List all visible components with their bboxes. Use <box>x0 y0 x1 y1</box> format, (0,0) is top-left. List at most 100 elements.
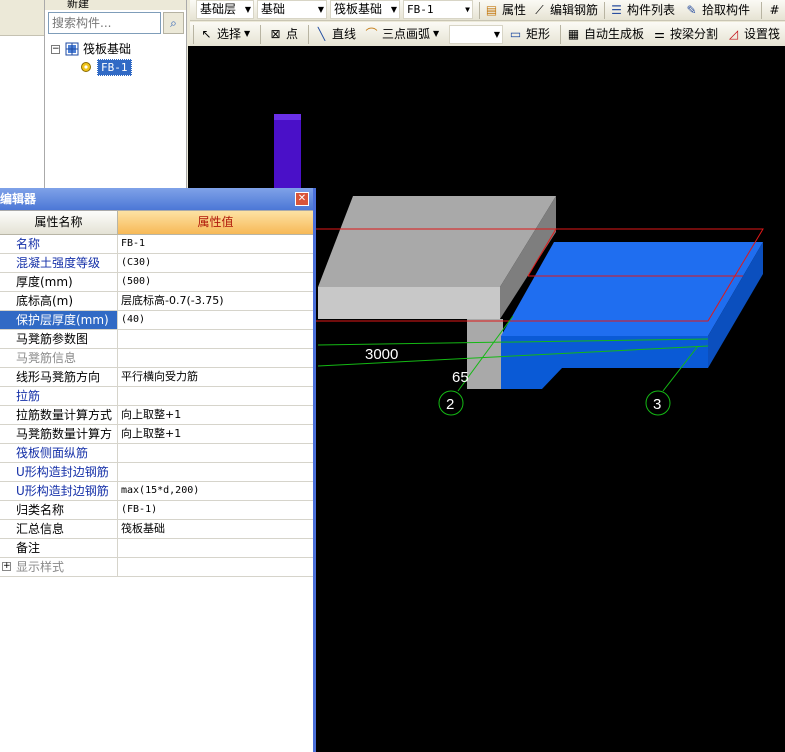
split-by-beam-button[interactable]: ⚌ 按梁分割 <box>652 24 718 44</box>
tree-node-fb-1[interactable]: FB-1 <box>51 58 186 76</box>
type-select-value: 基础 <box>261 2 286 16</box>
grid-tool-button[interactable]: # <box>767 0 782 20</box>
property-value[interactable]: 层底标高-0.7(-3.75) <box>118 292 313 310</box>
property-grid: 属性名称 属性值 名称 FB-1 混凝土强度等级 (C30) 厚度(mm) (5… <box>0 210 313 577</box>
toolbar-separator <box>560 25 561 44</box>
property-row-chair-diagram[interactable]: 马凳筋参数图 <box>0 330 313 349</box>
auto-generate-slab-button[interactable]: ▦ 自动生成板 <box>566 24 644 44</box>
property-value[interactable]: max(15*d,200) <box>118 482 313 500</box>
toolbar-separator <box>479 2 480 19</box>
chevron-down-icon: ▼ <box>493 30 500 39</box>
editor-title-bar[interactable]: 编辑器 ✕ <box>0 188 313 210</box>
property-value[interactable]: 平行横向受力筋 <box>118 368 313 386</box>
collapse-icon[interactable]: − <box>51 44 60 54</box>
property-value[interactable]: 向上取整+1 <box>118 425 313 443</box>
property-row-u-edge-rebar-length[interactable]: U形构造封边钢筋 max(15*d,200) <box>0 482 313 501</box>
property-value[interactable] <box>118 463 313 481</box>
line-icon: ╲ <box>317 26 326 41</box>
layer-select-value: 基础层 <box>200 2 237 16</box>
chevron-down-icon: ▼ <box>244 29 251 38</box>
chevron-down-icon: ▼ <box>433 29 440 38</box>
rectangle-button[interactable]: ▭ 矩形 <box>508 24 550 44</box>
auto-gen-label: 自动生成板 <box>584 27 645 41</box>
property-value[interactable] <box>118 558 313 576</box>
tree-node-raft-foundation[interactable]: − 筏板基础 <box>51 40 186 58</box>
property-row-chair-direction[interactable]: 线形马凳筋方向 平行横向受力筋 <box>0 368 313 387</box>
property-row-concrete-grade[interactable]: 混凝土强度等级 (C30) <box>0 254 313 273</box>
rect-button-label: 矩形 <box>526 27 551 41</box>
property-value[interactable]: (500) <box>118 273 313 291</box>
component-list-button[interactable]: ☰ 构件列表 <box>609 0 675 20</box>
property-row-display-style[interactable]: + 显示样式 <box>0 558 313 577</box>
property-group-display-style[interactable]: + 显示样式 <box>0 558 118 576</box>
axis-label-2: 2 <box>446 396 454 413</box>
property-row-tie-count-method[interactable]: 拉筋数量计算方式 向上取整+1 <box>0 406 313 425</box>
property-row-chair-count-method[interactable]: 马凳筋数量计算方 向上取整+1 <box>0 425 313 444</box>
toolbar-separator <box>193 25 194 44</box>
tree-child-label: FB-1 <box>97 58 132 76</box>
property-row-summary-info[interactable]: 汇总信息 筏板基础 <box>0 520 313 539</box>
toolbar-separator <box>260 25 261 44</box>
component-list-label: 构件列表 <box>627 3 676 17</box>
edit-rebar-label: 编辑钢筋 <box>550 3 599 17</box>
split-beam-label: 按梁分割 <box>670 27 719 41</box>
property-value[interactable]: 筏板基础 <box>118 520 313 538</box>
property-name: 拉筋数量计算方式 <box>0 406 118 424</box>
property-value[interactable]: 向上取整+1 <box>118 406 313 424</box>
property-value[interactable]: FB-1 <box>118 235 313 253</box>
property-row-tie-bar[interactable]: 拉筋 <box>0 387 313 406</box>
property-value[interactable]: (C30) <box>118 254 313 272</box>
property-name: 保护层厚度(mm) <box>0 311 118 329</box>
search-input[interactable]: 搜索构件... <box>48 12 161 34</box>
property-name: 马凳筋数量计算方 <box>0 425 118 443</box>
property-row-u-edge-rebar[interactable]: U形构造封边钢筋 <box>0 463 313 482</box>
line-button[interactable]: ╲ 直线 <box>314 24 356 44</box>
property-value[interactable] <box>118 387 313 405</box>
grid-icon: # <box>769 2 780 17</box>
property-row-category-name[interactable]: 归类名称 (FB-1) <box>0 501 313 520</box>
point-button[interactable]: ⊠ 点 <box>268 24 298 44</box>
expand-icon[interactable]: + <box>2 562 11 571</box>
new-component-button[interactable]: 新建 <box>45 0 186 10</box>
layer-select[interactable]: 基础层 ▼ <box>196 0 254 19</box>
property-value[interactable] <box>118 330 313 348</box>
set-slope-button[interactable]: ◿ 设置筏 <box>726 24 780 44</box>
property-name: 备注 <box>0 539 118 557</box>
property-value[interactable] <box>118 444 313 462</box>
pick-component-button[interactable]: ✎ 拾取构件 <box>684 0 750 20</box>
column-header-value: 属性值 <box>118 211 313 235</box>
property-row-thickness[interactable]: 厚度(mm) (500) <box>0 273 313 292</box>
property-row-cover-thickness[interactable]: 保护层厚度(mm) (40) <box>0 311 313 330</box>
property-row-chair-info[interactable]: 马凳筋信息 <box>0 349 313 368</box>
property-value[interactable] <box>118 349 313 367</box>
left-navigation-strip <box>0 0 45 188</box>
property-row-bottom-elevation[interactable]: 底标高(m) 层底标高-0.7(-3.75) <box>0 292 313 311</box>
property-name: 线形马凳筋方向 <box>0 368 118 386</box>
property-icon: ▤ <box>485 2 498 17</box>
property-button[interactable]: ▤ 属性 <box>484 0 526 20</box>
property-row-side-longitudinal[interactable]: 筏板侧面纵筋 <box>0 444 313 463</box>
search-button[interactable]: ⌕ <box>163 12 184 34</box>
property-name: 拉筋 <box>0 387 118 405</box>
chevron-down-icon: ▼ <box>244 5 251 14</box>
property-value[interactable]: (40) <box>118 311 313 329</box>
property-row-name[interactable]: 名称 FB-1 <box>0 235 313 254</box>
property-value[interactable] <box>118 539 313 557</box>
tree-root-label: 筏板基础 <box>83 42 132 56</box>
dimension-label-2: 65 <box>452 369 469 386</box>
property-value[interactable]: (FB-1) <box>118 501 313 519</box>
search-placeholder: 搜索构件... <box>52 16 112 30</box>
arc-mode-select[interactable]: ▼ <box>449 25 503 44</box>
select-button[interactable]: ↖ 选择 ▼ <box>199 24 250 44</box>
item-select[interactable]: FB-1 ▼ <box>403 0 473 19</box>
set-slope-label: 设置筏 <box>744 27 781 41</box>
new-label[interactable]: 新建 <box>67 0 89 10</box>
edit-rebar-button[interactable]: ⟋ 编辑钢筋 <box>532 0 598 20</box>
close-icon: ✕ <box>297 193 307 204</box>
property-row-remarks[interactable]: 备注 <box>0 539 313 558</box>
three-point-arc-button[interactable]: ⌒ 三点画弧 ▼ <box>364 24 439 44</box>
close-button[interactable]: ✕ <box>295 192 309 206</box>
property-name: 厚度(mm) <box>0 273 118 291</box>
type-select[interactable]: 基础 ▼ <box>257 0 327 19</box>
category-select[interactable]: 筏板基础 ▼ <box>330 0 400 19</box>
